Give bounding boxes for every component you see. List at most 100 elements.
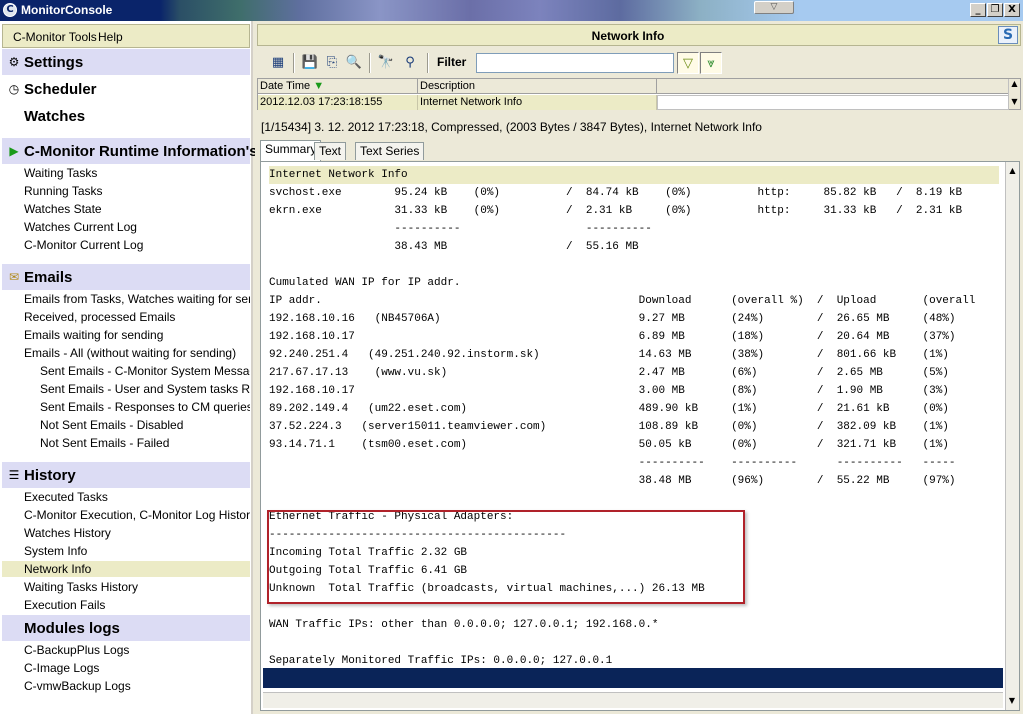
- sidebar-item-emails-all[interactable]: Emails - All (without waiting for sendin…: [24, 345, 250, 361]
- sidebar-item-emails-from-tasks[interactable]: Emails from Tasks, Watches waiting for s…: [24, 291, 250, 307]
- filter-apply-icon[interactable]: ⩔: [700, 52, 722, 74]
- ethernet-traffic-highlight: [267, 510, 745, 604]
- sidebar-item-watches-current-log[interactable]: Watches Current Log: [24, 219, 250, 235]
- sidebar-section-label: C-Monitor Runtime Information's: [24, 143, 258, 160]
- sidebar-item-watches-history[interactable]: Watches History: [24, 525, 250, 541]
- report-line: WAN Traffic IPs: other than 0.0.0.0; 127…: [269, 619, 659, 631]
- sidebar-item-waiting-tasks-history[interactable]: Waiting Tasks History: [24, 579, 250, 595]
- report-line: 192.168.10.17 3.00 MB (8%) / 1.90 MB (3%…: [269, 385, 949, 397]
- sidebar-section-modules-logs[interactable]: Modules logs: [2, 615, 250, 641]
- report-line: svchost.exe 95.24 kB (0%) / 84.74 kB (0%…: [269, 187, 963, 199]
- sidebar-item-execution-fails[interactable]: Execution Fails: [24, 597, 250, 613]
- window-title: MonitorConsole: [21, 3, 113, 17]
- grid-scrollbar[interactable]: ▲ ▼: [1008, 79, 1020, 109]
- report-line: 93.14.71.1 (tsm00.eset.com) 50.05 kB (0%…: [269, 439, 949, 451]
- sidebar-item-executed-tasks[interactable]: Executed Tasks: [24, 489, 250, 505]
- report-line: [269, 634, 999, 652]
- minimize-button[interactable]: _: [970, 3, 986, 17]
- report-line: 192.168.10.17 6.89 MB (18%) / 20.64 MB (…: [269, 331, 956, 343]
- sidebar-section-label: Watches: [24, 108, 86, 125]
- sidebar-item-emails-waiting[interactable]: Emails waiting for sending: [24, 327, 250, 343]
- tab-text[interactable]: Text: [314, 142, 347, 160]
- column-header-datetime[interactable]: Date Time ▼: [258, 79, 418, 94]
- report-line: 38.43 MB / 55.16 MB: [269, 241, 639, 253]
- sidebar-section-runtime[interactable]: ▶ C-Monitor Runtime Information's: [2, 138, 258, 164]
- sidebar-item-sent-task-results[interactable]: Sent Emails - User and System tasks Resu…: [40, 381, 250, 397]
- sidebar-item-cmonitor-current-log[interactable]: C-Monitor Current Log: [24, 237, 250, 253]
- content-scrollbar[interactable]: ▲ ▼: [1005, 162, 1019, 710]
- sidebar-section-settings[interactable]: ⚙ Settings: [2, 49, 250, 75]
- page-title: Network Info: [591, 29, 665, 43]
- sidebar-item-not-sent-failed[interactable]: Not Sent Emails - Failed: [40, 435, 250, 451]
- window-title-bar[interactable]: C MonitorConsole ▽ _ ❐ X: [0, 0, 1023, 21]
- brand-logo-icon: S: [998, 26, 1018, 44]
- sidebar-item-network-info[interactable]: Network Info: [2, 561, 250, 577]
- menu-cmonitor-tools[interactable]: C-Monitor Tools: [13, 30, 97, 44]
- sidebar-item-waiting-tasks[interactable]: Waiting Tasks: [24, 165, 250, 181]
- sidebar-section-label: Emails: [24, 269, 73, 286]
- menu-help[interactable]: Help: [98, 30, 123, 44]
- sidebar-item-not-sent-disabled[interactable]: Not Sent Emails - Disabled: [40, 417, 250, 433]
- report-line: 92.240.251.4 (49.251.240.92.instorm.sk) …: [269, 349, 949, 361]
- toolbar-separator: [427, 53, 429, 73]
- filter-input[interactable]: [476, 53, 674, 73]
- envelope-icon: ✉: [8, 270, 20, 284]
- find-icon[interactable]: 🔭: [375, 52, 397, 74]
- sidebar-item-sent-responses[interactable]: Sent Emails - Responses to CM queries: [40, 399, 250, 415]
- save-icon[interactable]: 💾: [299, 52, 321, 74]
- sidebar-section-watches[interactable]: Watches: [2, 103, 250, 129]
- sidebar-item-cimage-logs[interactable]: C-Image Logs: [24, 660, 250, 676]
- app-logo-icon: C: [3, 3, 17, 17]
- filter-icon[interactable]: ▽: [677, 52, 699, 74]
- sidebar-section-emails[interactable]: ✉ Emails: [2, 264, 250, 290]
- sidebar-item-received-emails[interactable]: Received, processed Emails: [24, 309, 250, 325]
- sidebar-item-running-tasks[interactable]: Running Tasks: [24, 183, 250, 199]
- sidebar-section-label: Settings: [24, 54, 84, 71]
- sidebar-item-system-info[interactable]: System Info: [24, 543, 250, 559]
- selection-bar: [263, 668, 1003, 688]
- panel-header: Network Info S: [257, 24, 1021, 46]
- column-header-description[interactable]: Description: [418, 79, 657, 94]
- scroll-up-icon[interactable]: ▲: [1006, 166, 1019, 176]
- grid-cell-datetime[interactable]: 2012.12.03 17:23:18:155: [258, 95, 418, 110]
- sidebar-section-history[interactable]: ☰ History: [2, 462, 250, 488]
- sidebar-item-cbackupplus-logs[interactable]: C-BackupPlus Logs: [24, 642, 250, 658]
- tab-summary[interactable]: Summary: [260, 140, 322, 161]
- column-header-label: Date Time: [260, 80, 311, 92]
- report-line: 192.168.10.16 (NB45706A) 9.27 MB (24%) /…: [269, 313, 956, 325]
- chevron-down-icon[interactable]: ▽: [754, 1, 794, 14]
- sidebar: C-Monitor Tools Help ⚙ Settings ◷ Schedu…: [0, 21, 258, 714]
- sidebar-section-label: History: [24, 467, 76, 484]
- report-content: Internet Network Info svchost.exe 95.24 k…: [260, 161, 1020, 711]
- records-grid: Date Time ▼ Description 2012.12.03 17:23…: [257, 78, 1021, 110]
- grid-cell-description[interactable]: Internet Network Info: [418, 95, 657, 110]
- restore-button[interactable]: ❐: [987, 3, 1003, 17]
- sidebar-item-execution-log-history[interactable]: C-Monitor Execution, C-Monitor Log Histo…: [24, 507, 250, 523]
- report-line: 217.67.17.13 (www.vu.sk) 2.47 MB (6%) / …: [269, 367, 949, 379]
- sidebar-item-sent-system-messages[interactable]: Sent Emails - C-Monitor System Messages: [40, 363, 250, 379]
- scroll-down-icon[interactable]: ▼: [1006, 696, 1018, 706]
- grid-cell-empty: [657, 95, 1009, 110]
- scroll-up-icon[interactable]: ▲: [1009, 79, 1020, 89]
- sidebar-item-cvmwbackup-logs[interactable]: C-vmwBackup Logs: [24, 678, 250, 694]
- close-button[interactable]: X: [1004, 3, 1020, 17]
- preview-icon[interactable]: 🔍: [343, 52, 365, 74]
- record-info-line: [1/15434] 3. 12. 2012 17:23:18, Compress…: [261, 120, 762, 134]
- toolbar: ▦ 💾 ⎘ 🔍 🔭 ⚲ Filter ▽ ⩔: [257, 50, 1021, 76]
- main-panel: Network Info S ▦ 💾 ⎘ 🔍 🔭 ⚲ Filter ▽ ⩔ Da…: [255, 21, 1023, 714]
- sidebar-section-scheduler[interactable]: ◷ Scheduler: [2, 76, 250, 102]
- report-line: Cumulated WAN IP for IP addr.: [269, 277, 461, 289]
- scroll-down-icon[interactable]: ▼: [1009, 97, 1020, 107]
- gear-icon: ⚙: [8, 55, 20, 69]
- sort-down-icon: ▼: [313, 80, 325, 92]
- report-line: ---------- ---------- ---------- -----: [269, 457, 956, 469]
- report-line: 38.48 MB (96%) / 55.22 MB (97%): [269, 475, 956, 487]
- content-horizontal-scrollbar[interactable]: [263, 692, 1003, 708]
- find-next-icon[interactable]: ⚲: [399, 52, 421, 74]
- grid-view-icon[interactable]: ▦: [267, 52, 289, 74]
- copy-icon[interactable]: ⎘: [321, 52, 343, 74]
- tab-text-series[interactable]: Text Series: [355, 142, 425, 160]
- report-heading: Internet Network Info: [269, 166, 999, 184]
- clock-icon: ◷: [8, 82, 20, 96]
- sidebar-item-watches-state[interactable]: Watches State: [24, 201, 250, 217]
